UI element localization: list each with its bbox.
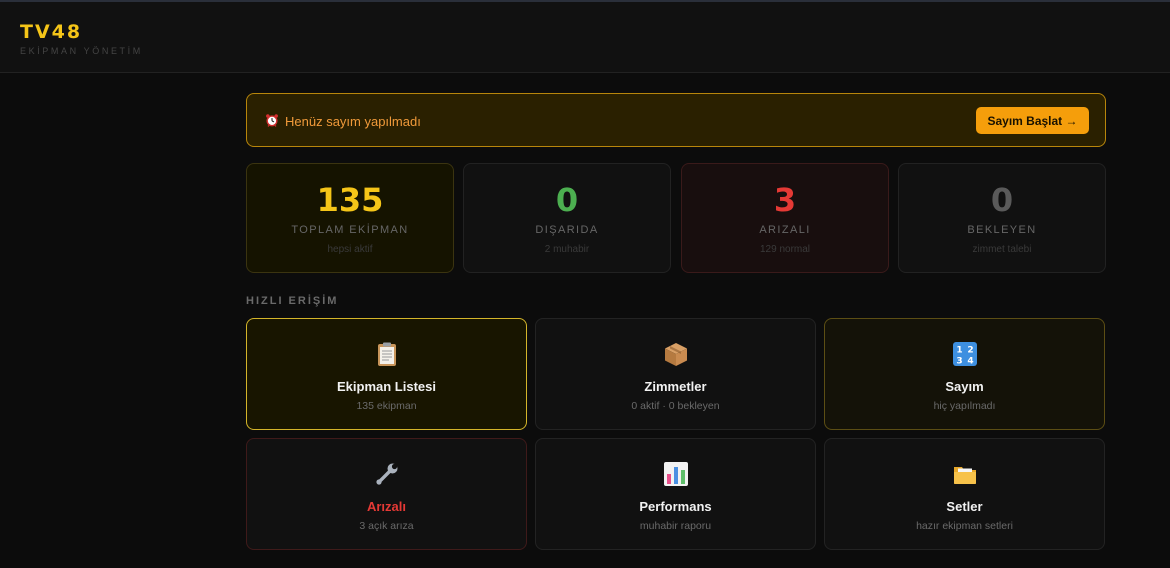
alarm-clock-icon	[266, 114, 278, 127]
card-sub: 3 açık arıza	[359, 520, 414, 532]
stat-value: 0	[555, 181, 579, 219]
stat-card-total[interactable]: 135 TOPLAM EKİPMAN hepsi aktif	[246, 163, 454, 273]
card-equipment-list[interactable]: Ekipman Listesi 135 ekipman	[246, 318, 527, 430]
svg-text:1: 1	[956, 346, 962, 356]
svg-text:3: 3	[956, 357, 962, 367]
card-sub: hazır ekipman setleri	[916, 520, 1013, 532]
card-sub: muhabir raporu	[639, 520, 712, 532]
card-title: Arızalı	[366, 499, 406, 514]
stat-sub: hepsi aktif	[327, 244, 373, 255]
app-logo[interactable]: TV48	[20, 21, 82, 43]
card-title: Setler	[946, 499, 983, 514]
card-faulty[interactable]: Arızalı 3 açık arıza	[246, 438, 527, 550]
stat-sub: zimmet talebi	[972, 244, 1032, 255]
card-sets[interactable]: Setler hazır ekipman setleri	[824, 438, 1105, 550]
card-sub: hiç yapılmadı	[933, 400, 996, 412]
folder-icon	[953, 467, 976, 484]
stat-card-pending[interactable]: 0 BEKLEYEN zimmet talebi	[898, 163, 1106, 273]
card-title: Sayım	[945, 379, 984, 394]
start-count-button[interactable]: Sayım Başlat →	[976, 107, 1089, 134]
stat-label: ARIZALI	[759, 224, 811, 236]
svg-text:4: 4	[967, 357, 973, 367]
stat-card-faulty[interactable]: 3 ARIZALI 129 normal	[681, 163, 889, 273]
quick-access-title: HIZLI ERİŞİM	[246, 295, 339, 307]
app-subtitle: EKİPMAN YÖNETİM	[20, 46, 143, 56]
card-performance[interactable]: Performans muhabir raporu	[535, 438, 816, 550]
clipboard-icon	[377, 342, 396, 366]
app-header: TV48 EKİPMAN YÖNETİM	[0, 2, 1170, 73]
card-count[interactable]: 1 2 3 4 Sayım hiç yapılmadı	[824, 318, 1105, 430]
stat-value: 135	[316, 181, 384, 219]
count-alert-banner: Henüz sayım yapılmadı Sayım Başlat →	[246, 93, 1106, 147]
stat-sub: 2 muhabir	[544, 244, 590, 255]
package-icon	[664, 343, 687, 366]
stat-sub: 129 normal	[759, 244, 811, 255]
card-assignments[interactable]: Zimmetler 0 aktif · 0 bekleyen	[535, 318, 816, 430]
stat-label: BEKLEYEN	[967, 224, 1037, 236]
bar-chart-icon	[663, 462, 688, 486]
stat-card-outside[interactable]: 0 DIŞARIDA 2 muhabir	[463, 163, 671, 273]
card-sub: 0 aktif · 0 bekleyen	[631, 400, 720, 412]
numbers-icon: 1 2 3 4	[952, 342, 977, 367]
card-sub: 135 ekipman	[356, 400, 417, 412]
stat-label: DIŞARIDA	[535, 224, 599, 236]
banner-message: Henüz sayım yapılmadı	[285, 114, 421, 129]
card-title: Performans	[639, 499, 712, 514]
wrench-icon	[375, 463, 397, 485]
stat-value: 3	[773, 181, 797, 219]
stat-label: TOPLAM EKİPMAN	[291, 224, 409, 236]
card-title: Ekipman Listesi	[337, 379, 436, 394]
stat-value: 0	[990, 181, 1014, 219]
card-title: Zimmetler	[644, 379, 707, 394]
svg-text:2: 2	[967, 346, 973, 356]
